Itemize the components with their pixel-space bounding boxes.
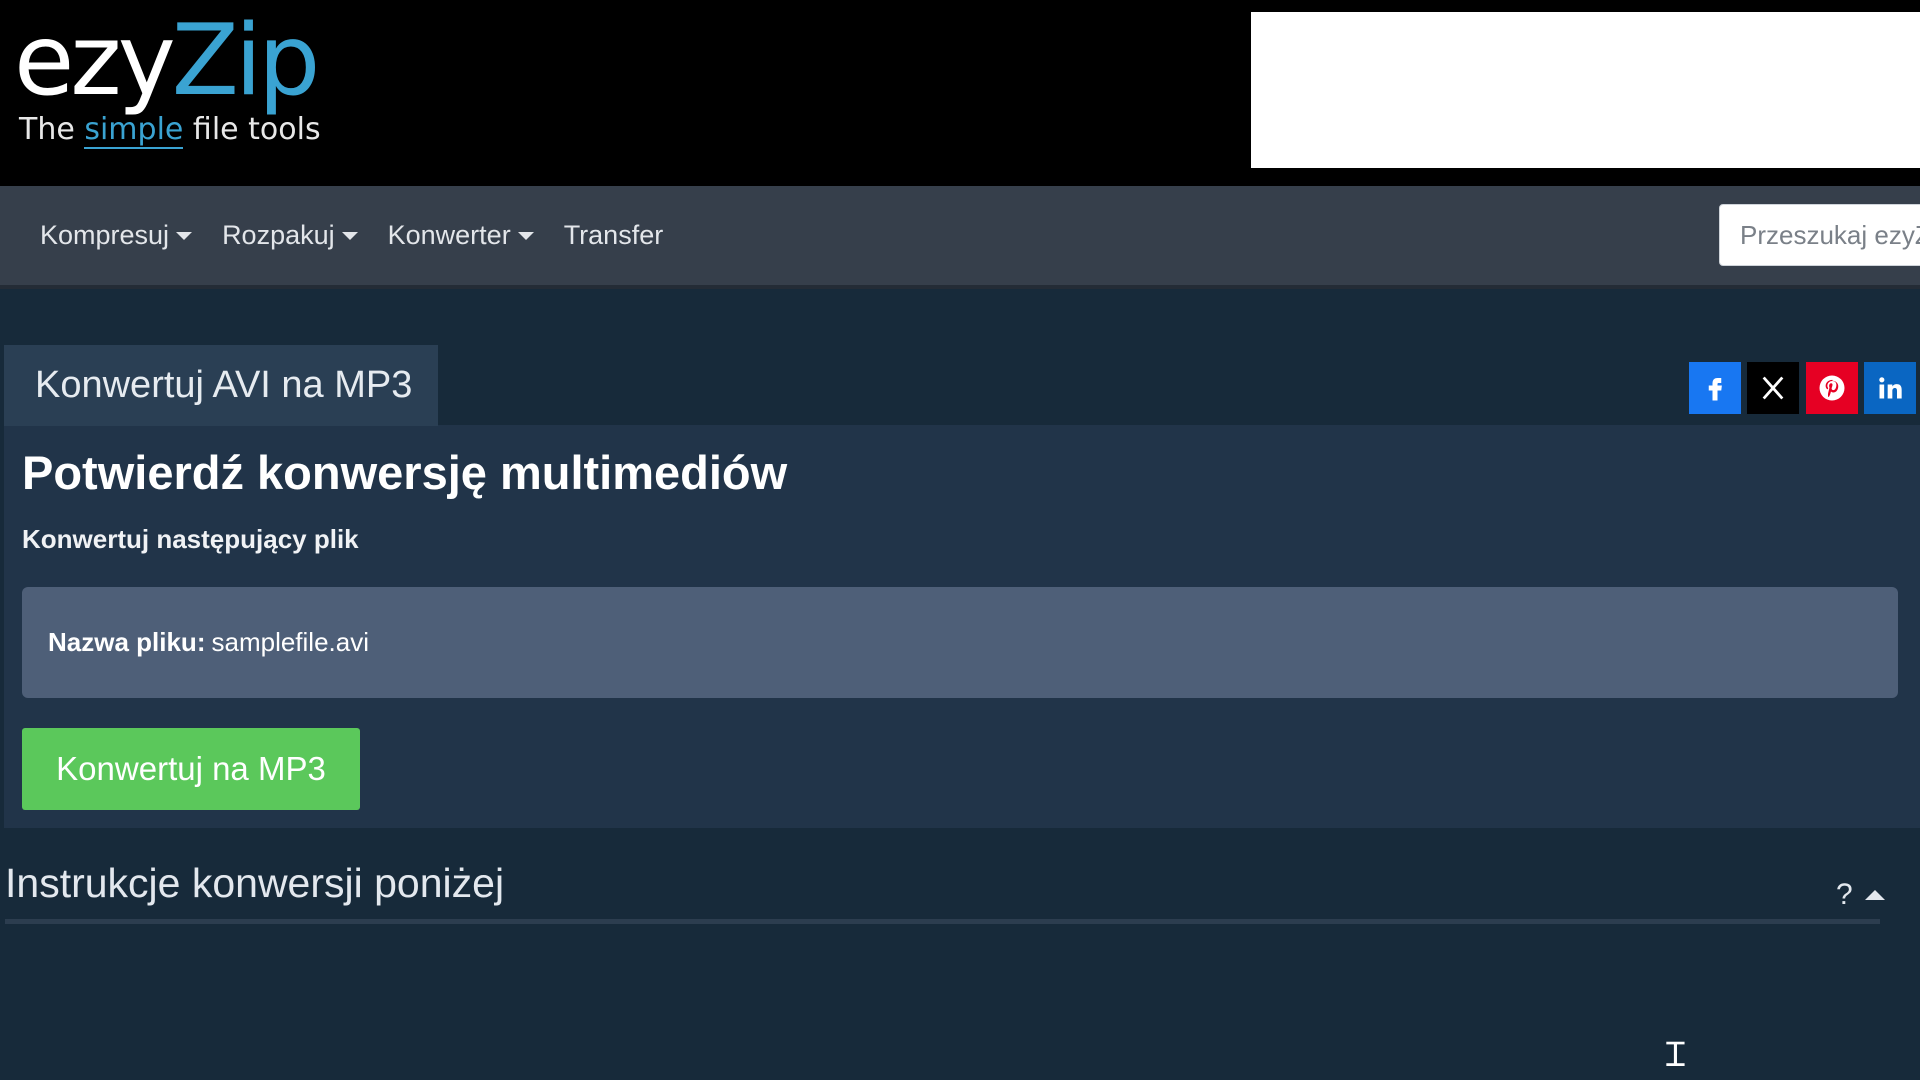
instructions-divider	[5, 919, 1880, 924]
site-header: ezyZip The simple file tools	[0, 0, 1920, 186]
nav-konwerter[interactable]: Konwerter	[388, 220, 534, 251]
x-share-button[interactable]	[1747, 362, 1799, 414]
caret-down-icon	[517, 231, 534, 240]
pinterest-share-button[interactable]	[1806, 362, 1858, 414]
file-info-box: Nazwa pliku: samplefile.avi	[22, 587, 1898, 698]
tab-convert-avi-mp3[interactable]: Konwertuj AVI na MP3	[4, 345, 438, 426]
help-icon: ?	[1836, 878, 1853, 911]
search-input[interactable]	[1719, 204, 1920, 266]
nav-rozpakuj[interactable]: Rozpakuj	[222, 220, 358, 251]
caret-down-icon	[176, 231, 193, 240]
ad-banner	[1251, 12, 1920, 168]
logo-ezy: ezy	[14, 4, 176, 118]
ezyzip-logo[interactable]: ezyZip The simple file tools	[14, 12, 321, 149]
convert-to-mp3-button[interactable]: Konwertuj na MP3	[22, 728, 360, 810]
file-name-label: Nazwa pliku:	[48, 627, 206, 657]
nav-kompresuj[interactable]: Kompresuj	[40, 220, 193, 251]
logo-tagline: The simple file tools	[19, 112, 321, 149]
facebook-share-button[interactable]	[1689, 362, 1741, 414]
instructions-toggle[interactable]: ?	[1836, 878, 1885, 912]
pinterest-icon	[1819, 375, 1845, 401]
facebook-icon	[1708, 378, 1722, 401]
caret-down-icon	[341, 231, 358, 240]
linkedin-icon	[1879, 377, 1902, 399]
main-nav: Kompresuj Rozpakuj Konwerter Transfer	[0, 186, 1920, 289]
nav-transfer[interactable]: Transfer	[564, 220, 664, 251]
linkedin-share-button[interactable]	[1864, 362, 1916, 414]
collapse-arrow-icon	[1864, 890, 1885, 900]
page-subtitle: Konwertuj następujący plik	[22, 524, 359, 554]
page-heading: Potwierdź konwersję multimediów	[22, 446, 788, 499]
text-cursor-icon: Ɪ	[1666, 1035, 1685, 1075]
x-icon	[1762, 376, 1784, 400]
instructions-heading: Instrukcje konwersji poniżej	[5, 860, 505, 906]
file-name-value: samplefile.avi	[211, 627, 369, 657]
logo-zip: Zip	[171, 4, 321, 118]
